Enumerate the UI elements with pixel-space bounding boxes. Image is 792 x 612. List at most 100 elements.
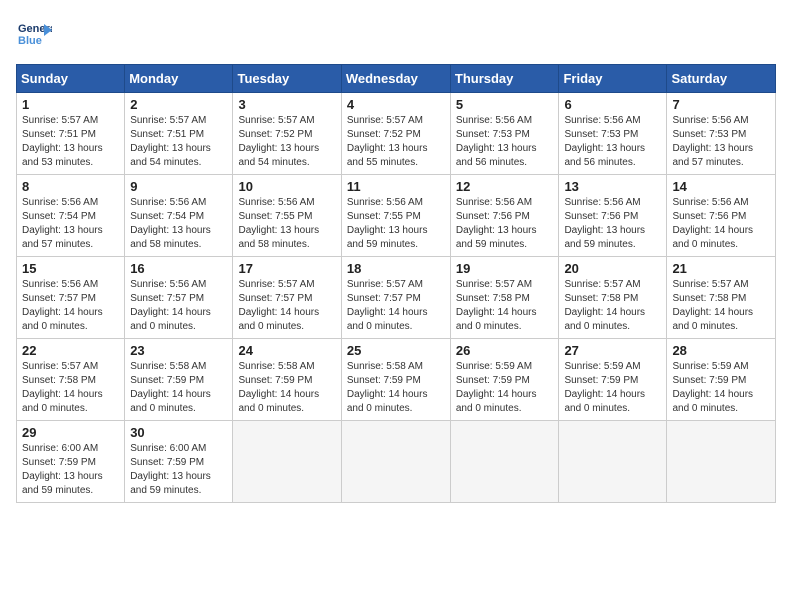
calendar-cell: 27 Sunrise: 5:59 AM Sunset: 7:59 PM Dayli… — [559, 339, 667, 421]
day-number: 7 — [672, 97, 770, 112]
week-row-4: 29 Sunrise: 6:00 AM Sunset: 7:59 PM Dayli… — [17, 421, 776, 503]
day-number: 4 — [347, 97, 445, 112]
calendar-cell: 1 Sunrise: 5:57 AM Sunset: 7:51 PM Daylig… — [17, 93, 125, 175]
svg-text:Blue: Blue — [18, 35, 42, 47]
calendar-cell: 29 Sunrise: 6:00 AM Sunset: 7:59 PM Dayli… — [17, 421, 125, 503]
day-number: 12 — [456, 179, 554, 194]
day-number: 17 — [238, 261, 335, 276]
day-number: 1 — [22, 97, 119, 112]
day-number: 8 — [22, 179, 119, 194]
calendar-cell: 22 Sunrise: 5:57 AM Sunset: 7:58 PM Dayli… — [17, 339, 125, 421]
day-info: Sunrise: 5:57 AM Sunset: 7:51 PM Dayligh… — [130, 114, 227, 170]
calendar: SundayMondayTuesdayWednesdayThursdayFrid… — [16, 64, 776, 503]
day-info: Sunrise: 5:57 AM Sunset: 7:57 PM Dayligh… — [347, 278, 445, 334]
calendar-cell: 19Sunrise: 5:57 AM Sunset: 7:58 PM Dayli… — [450, 257, 559, 339]
calendar-header-row: SundayMondayTuesdayWednesdayThursdayFrid… — [17, 65, 776, 93]
calendar-cell: 23 Sunrise: 5:58 AM Sunset: 7:59 PM Dayli… — [125, 339, 233, 421]
calendar-cell — [341, 421, 450, 503]
day-info: Sunrise: 5:56 AM Sunset: 7:53 PM Dayligh… — [672, 114, 770, 170]
logo: General Blue — [16, 16, 58, 52]
calendar-cell: 17 Sunrise: 5:57 AM Sunset: 7:57 PM Dayli… — [233, 257, 341, 339]
week-row-1: 8 Sunrise: 5:56 AM Sunset: 7:54 PM Daylig… — [17, 175, 776, 257]
calendar-cell: 3Sunrise: 5:57 AM Sunset: 7:52 PM Daylig… — [233, 93, 341, 175]
calendar-cell: 20Sunrise: 5:57 AM Sunset: 7:58 PM Dayli… — [559, 257, 667, 339]
day-info: Sunrise: 5:57 AM Sunset: 7:58 PM Dayligh… — [22, 360, 119, 416]
day-number: 5 — [456, 97, 554, 112]
calendar-cell: 4 Sunrise: 5:57 AM Sunset: 7:52 PM Daylig… — [341, 93, 450, 175]
day-info: Sunrise: 5:57 AM Sunset: 7:57 PM Dayligh… — [238, 278, 335, 334]
day-number: 30 — [130, 425, 227, 440]
day-number: 27 — [564, 343, 661, 358]
day-info: Sunrise: 5:56 AM Sunset: 7:57 PM Dayligh… — [22, 278, 119, 334]
day-number: 11 — [347, 179, 445, 194]
calendar-cell: 11 Sunrise: 5:56 AM Sunset: 7:55 PM Dayli… — [341, 175, 450, 257]
calendar-cell: 26 Sunrise: 5:59 AM Sunset: 7:59 PM Dayli… — [450, 339, 559, 421]
calendar-cell: 12 Sunrise: 5:56 AM Sunset: 7:56 PM Dayli… — [450, 175, 559, 257]
day-number: 14 — [672, 179, 770, 194]
day-info: Sunrise: 5:59 AM Sunset: 7:59 PM Dayligh… — [672, 360, 770, 416]
day-info: Sunrise: 5:57 AM Sunset: 7:52 PM Dayligh… — [347, 114, 445, 170]
calendar-cell: 15 Sunrise: 5:56 AM Sunset: 7:57 PM Dayli… — [17, 257, 125, 339]
calendar-cell: 16Sunrise: 5:56 AM Sunset: 7:57 PM Dayli… — [125, 257, 233, 339]
day-number: 25 — [347, 343, 445, 358]
col-header-sunday: Sunday — [17, 65, 125, 93]
calendar-cell — [233, 421, 341, 503]
calendar-cell: 10 Sunrise: 5:56 AM Sunset: 7:55 PM Dayli… — [233, 175, 341, 257]
calendar-cell: 9Sunrise: 5:56 AM Sunset: 7:54 PM Daylig… — [125, 175, 233, 257]
day-info: Sunrise: 5:56 AM Sunset: 7:54 PM Dayligh… — [130, 196, 227, 252]
day-info: Sunrise: 5:58 AM Sunset: 7:59 PM Dayligh… — [347, 360, 445, 416]
calendar-cell: 28 Sunrise: 5:59 AM Sunset: 7:59 PM Dayli… — [667, 339, 776, 421]
day-info: Sunrise: 5:57 AM Sunset: 7:58 PM Dayligh… — [672, 278, 770, 334]
day-number: 20 — [564, 261, 661, 276]
day-number: 15 — [22, 261, 119, 276]
day-info: Sunrise: 6:00 AM Sunset: 7:59 PM Dayligh… — [22, 442, 119, 498]
col-header-wednesday: Wednesday — [341, 65, 450, 93]
calendar-cell: 5 Sunrise: 5:56 AM Sunset: 7:53 PM Daylig… — [450, 93, 559, 175]
week-row-2: 15 Sunrise: 5:56 AM Sunset: 7:57 PM Dayli… — [17, 257, 776, 339]
calendar-cell: 24 Sunrise: 5:58 AM Sunset: 7:59 PM Dayli… — [233, 339, 341, 421]
day-number: 3 — [238, 97, 335, 112]
col-header-friday: Friday — [559, 65, 667, 93]
day-number: 13 — [564, 179, 661, 194]
header: General Blue — [16, 16, 776, 52]
calendar-cell: 7 Sunrise: 5:56 AM Sunset: 7:53 PM Daylig… — [667, 93, 776, 175]
day-info: Sunrise: 5:57 AM Sunset: 7:51 PM Dayligh… — [22, 114, 119, 170]
col-header-monday: Monday — [125, 65, 233, 93]
day-info: Sunrise: 5:56 AM Sunset: 7:54 PM Dayligh… — [22, 196, 119, 252]
day-number: 22 — [22, 343, 119, 358]
day-info: Sunrise: 5:56 AM Sunset: 7:53 PM Dayligh… — [564, 114, 661, 170]
day-number: 18 — [347, 261, 445, 276]
day-number: 28 — [672, 343, 770, 358]
day-info: Sunrise: 5:58 AM Sunset: 7:59 PM Dayligh… — [238, 360, 335, 416]
day-number: 10 — [238, 179, 335, 194]
day-number: 29 — [22, 425, 119, 440]
calendar-cell: 18 Sunrise: 5:57 AM Sunset: 7:57 PM Dayli… — [341, 257, 450, 339]
day-info: Sunrise: 5:56 AM Sunset: 7:56 PM Dayligh… — [564, 196, 661, 252]
day-info: Sunrise: 5:59 AM Sunset: 7:59 PM Dayligh… — [456, 360, 554, 416]
calendar-cell: 6 Sunrise: 5:56 AM Sunset: 7:53 PM Daylig… — [559, 93, 667, 175]
calendar-cell: 8 Sunrise: 5:56 AM Sunset: 7:54 PM Daylig… — [17, 175, 125, 257]
day-number: 24 — [238, 343, 335, 358]
calendar-cell — [450, 421, 559, 503]
day-info: Sunrise: 5:56 AM Sunset: 7:56 PM Dayligh… — [456, 196, 554, 252]
day-number: 6 — [564, 97, 661, 112]
day-info: Sunrise: 5:56 AM Sunset: 7:55 PM Dayligh… — [347, 196, 445, 252]
calendar-cell: 30Sunrise: 6:00 AM Sunset: 7:59 PM Dayli… — [125, 421, 233, 503]
calendar-cell: 25 Sunrise: 5:58 AM Sunset: 7:59 PM Dayli… — [341, 339, 450, 421]
day-info: Sunrise: 5:56 AM Sunset: 7:56 PM Dayligh… — [672, 196, 770, 252]
logo-icon: General Blue — [16, 16, 52, 52]
day-info: Sunrise: 5:59 AM Sunset: 7:59 PM Dayligh… — [564, 360, 661, 416]
calendar-cell: 2 Sunrise: 5:57 AM Sunset: 7:51 PM Daylig… — [125, 93, 233, 175]
day-info: Sunrise: 5:56 AM Sunset: 7:55 PM Dayligh… — [238, 196, 335, 252]
day-number: 23 — [130, 343, 227, 358]
day-number: 2 — [130, 97, 227, 112]
calendar-cell — [667, 421, 776, 503]
calendar-cell — [559, 421, 667, 503]
day-number: 26 — [456, 343, 554, 358]
calendar-cell: 14 Sunrise: 5:56 AM Sunset: 7:56 PM Dayli… — [667, 175, 776, 257]
day-number: 19 — [456, 261, 554, 276]
day-number: 16 — [130, 261, 227, 276]
day-info: Sunrise: 5:56 AM Sunset: 7:53 PM Dayligh… — [456, 114, 554, 170]
col-header-saturday: Saturday — [667, 65, 776, 93]
day-info: Sunrise: 5:58 AM Sunset: 7:59 PM Dayligh… — [130, 360, 227, 416]
